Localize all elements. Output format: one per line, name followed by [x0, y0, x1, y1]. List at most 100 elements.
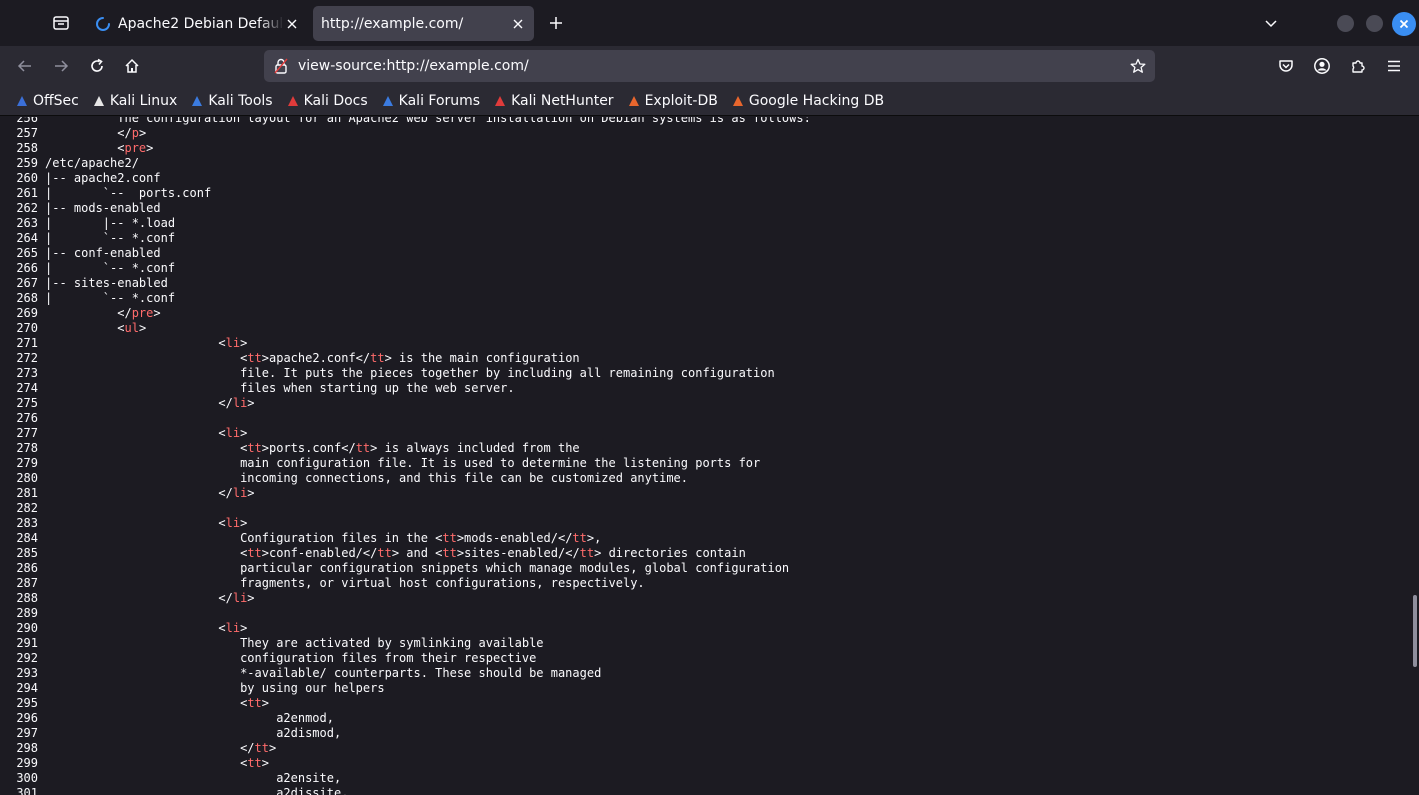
- code-text: >: [146, 141, 154, 155]
- line-code: |-- conf-enabled: [38, 246, 161, 261]
- bookmark-item[interactable]: Kali Forums: [374, 89, 486, 113]
- code-text: files when starting up the web server.: [240, 381, 515, 395]
- bookmark-item[interactable]: Kali Tools: [183, 89, 278, 113]
- maximize-window-button[interactable]: [1366, 15, 1383, 32]
- source-line: 290 <li>: [0, 621, 811, 636]
- puzzle-icon: [1350, 58, 1366, 74]
- firefox-view-button[interactable]: [44, 6, 78, 40]
- line-code: </tt>: [38, 741, 276, 756]
- line-code: | `-- *.conf: [38, 261, 175, 276]
- code-text: </: [218, 396, 233, 410]
- line-code: configuration files from their respectiv…: [38, 651, 536, 666]
- tag-name: tt: [247, 696, 262, 710]
- page-info-icon[interactable]: [264, 58, 298, 74]
- code-text: >: [240, 336, 248, 350]
- line-number: 280: [16, 471, 38, 485]
- source-line: 279 main configuration file. It is used …: [0, 456, 811, 471]
- vertical-scrollbar[interactable]: [1413, 595, 1417, 667]
- line-number: 270: [16, 321, 38, 335]
- back-button[interactable]: [9, 50, 41, 82]
- line-number: 293: [16, 666, 38, 680]
- line-number: 269: [16, 306, 38, 320]
- chevron-down-icon: [1264, 16, 1278, 30]
- url-text[interactable]: view-source:http://example.com/: [298, 58, 1121, 74]
- line-code: </pre>: [38, 306, 161, 321]
- bookmark-item[interactable]: Kali Docs: [279, 89, 374, 113]
- code-text: >: [153, 306, 161, 320]
- reload-button[interactable]: [81, 50, 113, 82]
- source-lines: 256 The configuration layout for an Apac…: [0, 117, 811, 795]
- home-button[interactable]: [116, 50, 148, 82]
- bookmark-item[interactable]: Google Hacking DB: [724, 89, 890, 113]
- close-tab-icon[interactable]: [510, 16, 526, 32]
- code-text: <: [218, 516, 226, 530]
- close-tab-icon[interactable]: [284, 16, 300, 32]
- tab-example-com[interactable]: http://example.com/: [313, 6, 534, 41]
- minimize-window-button[interactable]: [1337, 15, 1354, 32]
- line-code: | `-- *.conf: [38, 291, 175, 306]
- close-icon: [1399, 19, 1409, 29]
- line-code: | `-- ports.conf: [38, 186, 211, 201]
- source-line: 295 <tt>: [0, 696, 811, 711]
- account-button[interactable]: [1306, 50, 1338, 82]
- line-number: 273: [16, 366, 38, 380]
- source-line: 276: [0, 411, 811, 426]
- tag-name: li: [232, 486, 248, 500]
- close-window-button[interactable]: [1392, 12, 1416, 36]
- line-number: 290: [16, 621, 38, 635]
- forward-button[interactable]: [45, 50, 77, 82]
- code-text: | `-- *.conf: [45, 291, 176, 305]
- tab-apache-default[interactable]: Apache2 Debian Default Page: It works: [88, 6, 308, 41]
- line-code: The configuration layout for an Apache2 …: [38, 117, 811, 126]
- source-line: 263 | |-- *.load: [0, 216, 811, 231]
- tab-title: http://example.com/: [321, 15, 464, 32]
- bookmark-item[interactable]: Kali Linux: [85, 89, 183, 113]
- line-number: 294: [16, 681, 38, 695]
- bookmark-label: Kali Forums: [398, 92, 481, 109]
- source-line: 282: [0, 501, 811, 516]
- code-text: >: [261, 756, 269, 770]
- url-bar[interactable]: view-source:http://example.com/: [264, 50, 1155, 82]
- line-number: 285: [16, 546, 38, 560]
- pocket-button[interactable]: [1270, 50, 1302, 82]
- tag-name: li: [225, 621, 241, 635]
- ghdb-icon: [730, 93, 746, 109]
- line-code: <tt>conf-enabled/</tt> and <tt>sites-ena…: [38, 546, 746, 561]
- line-number: 261: [16, 186, 38, 200]
- line-number: 286: [16, 561, 38, 575]
- code-text: </: [218, 486, 233, 500]
- source-line: 264 | `-- *.conf: [0, 231, 811, 246]
- list-all-tabs-button[interactable]: [1256, 8, 1286, 38]
- line-code: |-- mods-enabled: [38, 201, 161, 216]
- view-source-content: 256 The configuration layout for an Apac…: [0, 117, 1419, 795]
- plus-icon: [549, 16, 563, 30]
- line-number: 284: [16, 531, 38, 545]
- app-menu-button[interactable]: [1378, 50, 1410, 82]
- bookmark-item[interactable]: Kali NetHunter: [486, 89, 619, 113]
- line-code: |-- apache2.conf: [38, 171, 161, 186]
- line-code: files when starting up the web server.: [38, 381, 515, 396]
- loading-spinner-icon: [96, 16, 110, 31]
- line-number: 300: [16, 771, 38, 785]
- code-text: | |-- *.load: [45, 216, 176, 230]
- code-text: >: [247, 591, 255, 605]
- source-line: 271 <li>: [0, 336, 811, 351]
- code-text: > directories contain: [594, 546, 746, 560]
- new-tab-button[interactable]: [540, 7, 572, 39]
- source-line: 267 |-- sites-enabled: [0, 276, 811, 291]
- exploit-db-icon: [626, 93, 642, 109]
- bookmark-item[interactable]: Exploit-DB: [620, 89, 724, 113]
- bookmark-label: Kali NetHunter: [511, 92, 614, 109]
- extensions-button[interactable]: [1342, 50, 1374, 82]
- bookmark-star-icon[interactable]: [1121, 58, 1155, 74]
- line-number: 265: [16, 246, 38, 260]
- line-code: a2dissite,: [38, 786, 348, 795]
- code-text: Configuration files in the <: [240, 531, 443, 545]
- bookmark-item[interactable]: OffSec: [8, 89, 85, 113]
- tag-name: li: [232, 591, 248, 605]
